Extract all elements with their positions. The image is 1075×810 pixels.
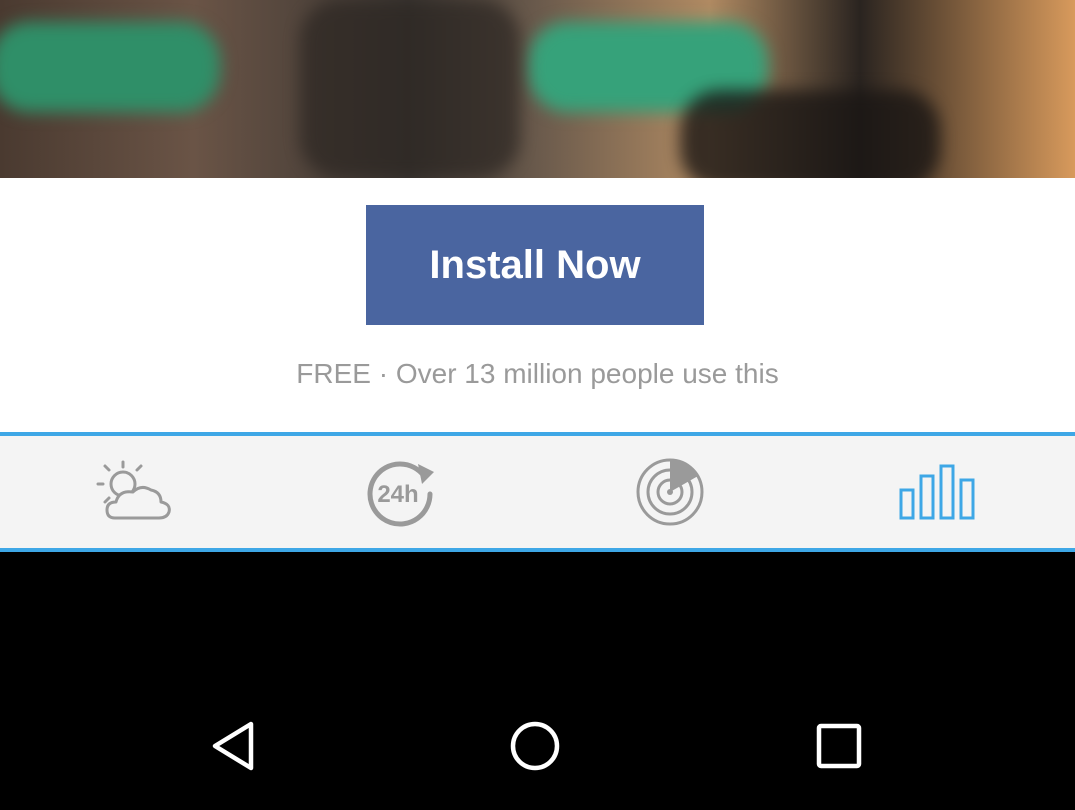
android-nav-bar — [0, 684, 1075, 810]
back-button[interactable] — [190, 706, 280, 786]
radar-icon — [636, 458, 704, 526]
home-button[interactable] — [490, 706, 580, 786]
tab-hourly[interactable]: 24h — [268, 436, 536, 548]
recents-button[interactable] — [794, 706, 884, 786]
install-now-button[interactable]: Install Now — [366, 205, 704, 325]
tab-forecast[interactable] — [0, 436, 268, 548]
recents-icon — [816, 723, 862, 769]
ad-image-detail — [0, 22, 220, 112]
ad-subtext: FREE · Over 13 million people use this — [296, 358, 779, 389]
bar-graph-icon — [899, 464, 975, 520]
ad-banner-image[interactable] — [0, 0, 1075, 178]
ad-image-detail — [300, 0, 520, 178]
partly-cloudy-icon — [96, 460, 171, 520]
ad-panel: Install Now FREE · Over 13 million peopl… — [0, 178, 1075, 434]
tab-bar: 24h — [0, 432, 1075, 552]
back-icon — [212, 721, 254, 771]
tab-radar[interactable] — [536, 436, 804, 548]
svg-text:24h: 24h — [377, 481, 418, 508]
24h-refresh-icon: 24h — [367, 461, 434, 527]
content-area — [0, 552, 1075, 684]
tab-graphs[interactable] — [806, 436, 1074, 548]
ad-image-detail — [680, 90, 940, 178]
home-icon — [510, 721, 560, 771]
